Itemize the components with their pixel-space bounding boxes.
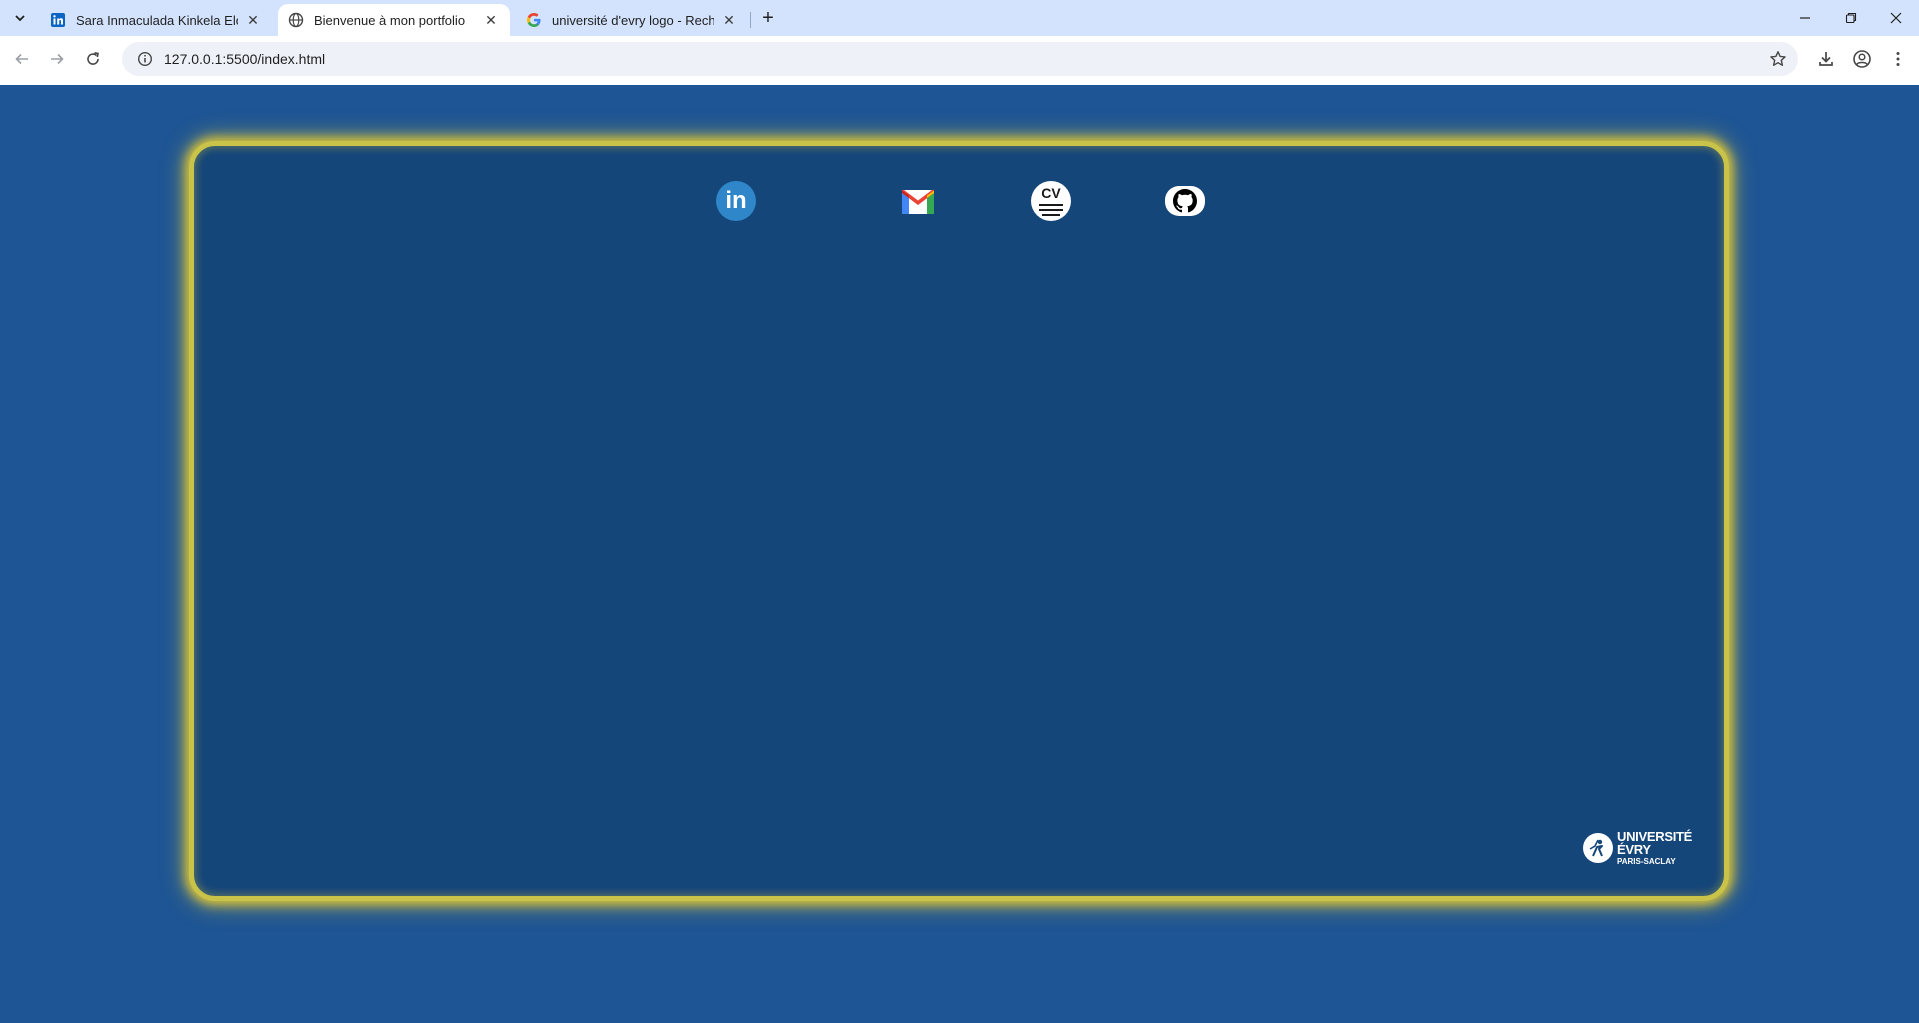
browser-toolbar: 127.0.0.1:5500/index.html	[0, 36, 1919, 85]
linkedin-icon-text: in	[725, 187, 747, 214]
new-tab-button[interactable]: +	[756, 6, 780, 30]
cv-line-decoration	[1039, 204, 1063, 206]
arrow-left-icon	[15, 53, 28, 65]
close-icon[interactable]: ✕	[720, 11, 738, 29]
linkedin-icon	[50, 12, 66, 28]
close-icon[interactable]: ✕	[244, 11, 262, 29]
gmail-link[interactable]	[898, 181, 938, 221]
logo-line-2: PARIS-SACLAY	[1617, 857, 1676, 866]
logo-line-1: UNIVERSITÉ ÉVRY	[1617, 829, 1693, 857]
restore-button[interactable]	[1828, 0, 1874, 36]
profile-icon	[1853, 50, 1871, 68]
page-viewport: in CV UNIVERSITÉ ÉVRY PARIS-SACLAY	[0, 85, 1919, 1023]
tab-title: Sara Inmaculada Kinkela Elonga	[76, 12, 238, 28]
close-icon	[1890, 12, 1902, 24]
google-icon	[526, 12, 542, 28]
university-emblem-icon	[1583, 833, 1613, 863]
tab-strip: Sara Inmaculada Kinkela Elonga ✕ Bienven…	[0, 0, 1919, 36]
address-bar[interactable]: 127.0.0.1:5500/index.html	[122, 42, 1798, 76]
downloads-button[interactable]	[1812, 45, 1840, 73]
tab-search-button[interactable]	[6, 5, 34, 31]
github-link[interactable]	[1165, 181, 1205, 221]
menu-button[interactable]	[1884, 45, 1912, 73]
tab-title: Bienvenue à mon portfolio	[314, 12, 466, 28]
close-window-button[interactable]	[1873, 0, 1919, 36]
portfolio-card: in CV UNIVERSITÉ ÉVRY PARIS-SACLAY	[189, 141, 1729, 901]
cv-icon: CV	[1031, 181, 1071, 221]
gmail-icon	[902, 189, 934, 214]
tab-portfolio[interactable]: Bienvenue à mon portfolio ✕	[278, 4, 510, 36]
close-icon[interactable]: ✕	[482, 11, 500, 29]
universite-evry-logo: UNIVERSITÉ ÉVRY PARIS-SACLAY	[1583, 830, 1703, 866]
cv-line-decoration	[1042, 214, 1060, 216]
minimize-icon	[1800, 17, 1810, 19]
chevron-down-icon	[15, 15, 25, 22]
restore-icon	[1845, 12, 1857, 24]
reload-button[interactable]	[78, 44, 108, 74]
profile-button[interactable]	[1848, 45, 1876, 73]
minimize-button[interactable]	[1782, 0, 1828, 36]
tab-separator	[750, 12, 751, 28]
tab-google-search[interactable]: université d'evry logo - Recherche ✕	[516, 4, 748, 36]
more-vertical-icon	[1896, 52, 1900, 66]
github-icon	[1165, 186, 1205, 216]
download-icon	[1819, 52, 1833, 66]
linkedin-icon: in	[716, 181, 756, 221]
cv-icon-text: CV	[1041, 185, 1061, 201]
tab-title: université d'evry logo - Recherche	[552, 12, 714, 28]
tab-linkedin[interactable]: Sara Inmaculada Kinkela Elonga ✕	[40, 4, 272, 36]
arrow-right-icon	[51, 53, 64, 65]
forward-button[interactable]	[42, 44, 72, 74]
reload-icon	[87, 52, 99, 65]
bookmark-star-icon[interactable]	[1768, 49, 1788, 69]
cv-line-decoration	[1039, 209, 1063, 211]
site-info-icon[interactable]	[128, 42, 162, 76]
url-text[interactable]: 127.0.0.1:5500/index.html	[164, 51, 325, 67]
linkedin-link[interactable]: in	[716, 181, 756, 221]
cv-link[interactable]: CV	[1031, 181, 1071, 221]
globe-icon	[288, 12, 304, 28]
back-button[interactable]	[7, 44, 37, 74]
